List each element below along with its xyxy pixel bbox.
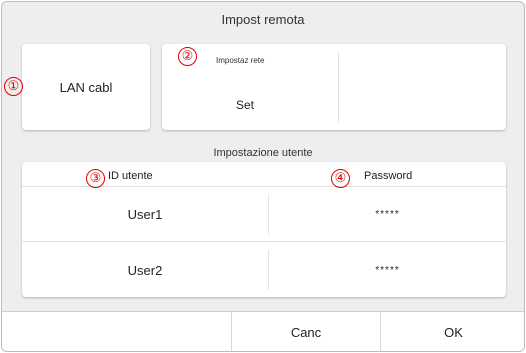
ok-button[interactable]: OK xyxy=(380,312,524,351)
cancel-button[interactable]: Canc xyxy=(231,312,380,351)
remote-settings-screen: Impost remota LAN cabl Impostaz rete Set… xyxy=(1,1,525,352)
callout-marker-1: ① xyxy=(4,77,23,96)
password-field[interactable]: ***** xyxy=(269,243,506,297)
password-column-header: Password xyxy=(364,170,413,182)
lan-cable-button[interactable]: LAN cabl xyxy=(22,44,150,130)
network-settings-panel: Impostaz rete Set xyxy=(162,44,506,130)
callout-marker-4: ④ xyxy=(331,169,350,188)
user-id-column-header: ID utente xyxy=(108,170,153,182)
user-settings-title: Impostazione utente xyxy=(213,147,313,159)
table-row: User2 ***** xyxy=(22,243,506,297)
user-id-field[interactable]: User1 xyxy=(22,188,268,241)
network-empty-slot xyxy=(339,44,506,130)
callout-marker-2: ② xyxy=(178,47,197,66)
user-id-field[interactable]: User2 xyxy=(22,243,268,297)
network-settings-value: Set xyxy=(236,98,255,112)
empty-button-slot xyxy=(2,312,231,351)
screen-title: Impost remota xyxy=(221,12,305,27)
password-field[interactable]: ***** xyxy=(269,188,506,241)
callout-marker-3: ③ xyxy=(86,169,105,188)
table-row: User1 ***** xyxy=(22,188,506,242)
lan-cable-label: LAN cabl xyxy=(59,79,113,95)
network-settings-caption: Impostaz rete xyxy=(216,56,265,65)
bottom-action-bar: Canc OK xyxy=(2,311,524,351)
